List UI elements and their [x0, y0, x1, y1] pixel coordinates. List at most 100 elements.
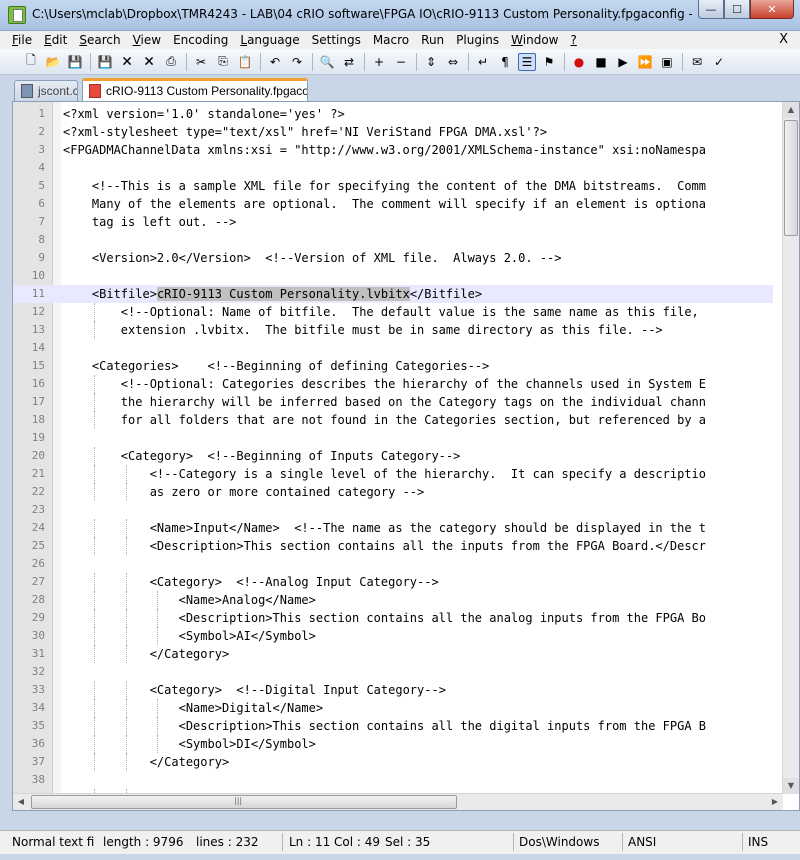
minimize-button[interactable]: —	[698, 0, 724, 19]
code-line[interactable]: 31 </Category>	[13, 645, 773, 663]
horizontal-scroll-thumb[interactable]	[31, 795, 457, 809]
undo-icon[interactable]: ↶	[266, 53, 284, 71]
redo-icon[interactable]: ↷	[288, 53, 306, 71]
tab-jscont[interactable]: jscont.c	[14, 80, 78, 101]
tab-fpgaconfig[interactable]: cRIO-9113 Custom Personality.fpgaconfig	[82, 78, 308, 101]
spellcheck-icon[interactable]: ✓	[710, 53, 728, 71]
scroll-up-arrow-icon[interactable]: ▲	[783, 102, 799, 118]
notepad-app-icon[interactable]	[8, 6, 26, 24]
code-line[interactable]: 4	[13, 159, 773, 177]
menu-item[interactable]: Encoding	[173, 33, 228, 47]
code-line[interactable]: 29 <Description>This section contains al…	[13, 609, 773, 627]
scroll-right-arrow-icon[interactable]: ▶	[767, 794, 783, 810]
code-line[interactable]: 25 <Description>This section contains al…	[13, 537, 773, 555]
close-all-icon[interactable]: 🗙	[140, 53, 158, 71]
cut-icon[interactable]: ✂	[192, 53, 210, 71]
open-folder-icon[interactable]: 📂	[44, 53, 62, 71]
zoom-out-icon[interactable]: −	[392, 53, 410, 71]
code-line[interactable]: 24 <Name>Input</Name> <!--The name as th…	[13, 519, 773, 537]
find-icon[interactable]: 🔍	[318, 53, 336, 71]
code-line[interactable]: 37 </Category>	[13, 753, 773, 771]
code-line[interactable]: 35 <Description>This section contains al…	[13, 717, 773, 735]
close-icon[interactable]: 🗙	[118, 53, 136, 71]
menu-item[interactable]: Window	[511, 33, 558, 47]
code-line[interactable]: 13 extension .lvbitx. The bitfile must b…	[13, 321, 773, 339]
code-line[interactable]: 38	[13, 771, 773, 789]
code-line[interactable]: 23	[13, 501, 773, 519]
text-content[interactable]: 1 <?xml version='1.0' standalone='yes' ?>…	[13, 105, 773, 807]
menu-item[interactable]: File	[12, 33, 32, 47]
code-line[interactable]: 5 <!--This is a sample XML file for spec…	[13, 177, 773, 195]
menu-item[interactable]: Language	[240, 33, 299, 47]
play-macro-icon[interactable]: ▶	[614, 53, 632, 71]
code-line[interactable]: 7 tag is left out. -->	[13, 213, 773, 231]
code-line[interactable]: 17 the hierarchy will be inferred based …	[13, 393, 773, 411]
save-icon[interactable]: 💾	[66, 53, 84, 71]
sync-horizontal-icon[interactable]: ⇔	[444, 53, 462, 71]
replace-icon[interactable]: ⇄	[340, 53, 358, 71]
editor-area[interactable]: 1 <?xml version='1.0' standalone='yes' ?>…	[12, 101, 800, 811]
scroll-left-arrow-icon[interactable]: ◀	[13, 794, 29, 810]
horizontal-scrollbar[interactable]: ◀ ||| ▶	[13, 793, 783, 810]
code-line[interactable]: 21 <!--Category is a single level of the…	[13, 465, 773, 483]
menu-item[interactable]: Plugins	[456, 33, 499, 47]
line-number: 8	[38, 233, 45, 246]
code-line[interactable]: 34 <Name>Digital</Name>	[13, 699, 773, 717]
menu-item[interactable]: Run	[421, 33, 444, 47]
menu-item[interactable]: Search	[79, 33, 120, 47]
code-line[interactable]: 33 <Category> <!--Digital Input Category…	[13, 681, 773, 699]
code-line[interactable]: 14	[13, 339, 773, 357]
zoom-in-icon[interactable]: +	[370, 53, 388, 71]
status-eol[interactable]: Dos\Windows	[519, 835, 599, 849]
code-line[interactable]: 18 for all folders that are not found in…	[13, 411, 773, 429]
code-line[interactable]: 19	[13, 429, 773, 447]
record-macro-icon[interactable]: ●	[570, 53, 588, 71]
close-window-button[interactable]: ✕	[750, 0, 794, 19]
plugin-icon[interactable]: ✉	[688, 53, 706, 71]
code-line[interactable]: 3 <FPGADMAChannelData xmlns:xsi = "http:/…	[13, 141, 773, 159]
code-line[interactable]: 10	[13, 267, 773, 285]
code-line[interactable]: 8	[13, 231, 773, 249]
run-macro-multiple-icon[interactable]: ⏩	[636, 53, 654, 71]
save-macro-icon[interactable]: ▣	[658, 53, 676, 71]
user-language-icon[interactable]: ⚑	[540, 53, 558, 71]
close-document-button[interactable]: X	[779, 32, 788, 47]
code-line[interactable]: 22 as zero or more contained category --…	[13, 483, 773, 501]
code-line[interactable]: 16 <!--Optional: Categories describes th…	[13, 375, 773, 393]
menu-item[interactable]: Macro	[373, 33, 409, 47]
menu-item[interactable]: View	[133, 33, 161, 47]
code-line[interactable]: 27 <Category> <!--Analog Input Category-…	[13, 573, 773, 591]
code-line[interactable]: 36 <Symbol>DI</Symbol>	[13, 735, 773, 753]
status-insert-mode[interactable]: INS	[748, 835, 768, 849]
scroll-down-arrow-icon[interactable]: ▼	[783, 778, 799, 794]
stop-macro-icon[interactable]: ■	[592, 53, 610, 71]
code-line[interactable]: 28 <Name>Analog</Name>	[13, 591, 773, 609]
indent-guide-icon[interactable]: ☰	[518, 52, 536, 71]
code-line[interactable]: 32	[13, 663, 773, 681]
vertical-scrollbar[interactable]: ▲ ▼	[782, 102, 799, 794]
show-all-chars-icon[interactable]: ¶	[496, 53, 514, 71]
menu-item[interactable]: Settings	[312, 33, 361, 47]
menu-item[interactable]: Edit	[44, 33, 67, 47]
word-wrap-icon[interactable]: ↵	[474, 53, 492, 71]
code-line[interactable]: 30 <Symbol>AI</Symbol>	[13, 627, 773, 645]
code-line[interactable]: 9 <Version>2.0</Version> <!--Version of …	[13, 249, 773, 267]
menu-item[interactable]: ?	[570, 33, 576, 47]
code-line[interactable]: 12 <!--Optional: Name of bitfile. The de…	[13, 303, 773, 321]
code-line[interactable]: 15 <Categories> <!--Beginning of definin…	[13, 357, 773, 375]
sync-vertical-icon[interactable]: ⇕	[422, 53, 440, 71]
code-line[interactable]: 11 <Bitfile>cRIO-9113 Custom Personality…	[13, 285, 773, 303]
save-all-icon[interactable]: 💾	[96, 53, 114, 71]
new-file-icon[interactable]: 🗋	[22, 53, 40, 71]
maximize-button[interactable]: ☐	[724, 0, 750, 19]
copy-icon[interactable]: ⎘	[214, 53, 232, 71]
vertical-scroll-thumb[interactable]	[784, 120, 798, 236]
code-line[interactable]: 20 <Category> <!--Beginning of Inputs Ca…	[13, 447, 773, 465]
code-line[interactable]: 26	[13, 555, 773, 573]
code-line[interactable]: 6 Many of the elements are optional. The…	[13, 195, 773, 213]
status-encoding[interactable]: ANSI	[628, 835, 656, 849]
paste-icon[interactable]: 📋	[236, 53, 254, 71]
code-line[interactable]: 2 <?xml-stylesheet type="text/xsl" href='…	[13, 123, 773, 141]
code-line[interactable]: 1 <?xml version='1.0' standalone='yes' ?>	[13, 105, 773, 123]
print-icon[interactable]: ⎙	[162, 53, 180, 71]
